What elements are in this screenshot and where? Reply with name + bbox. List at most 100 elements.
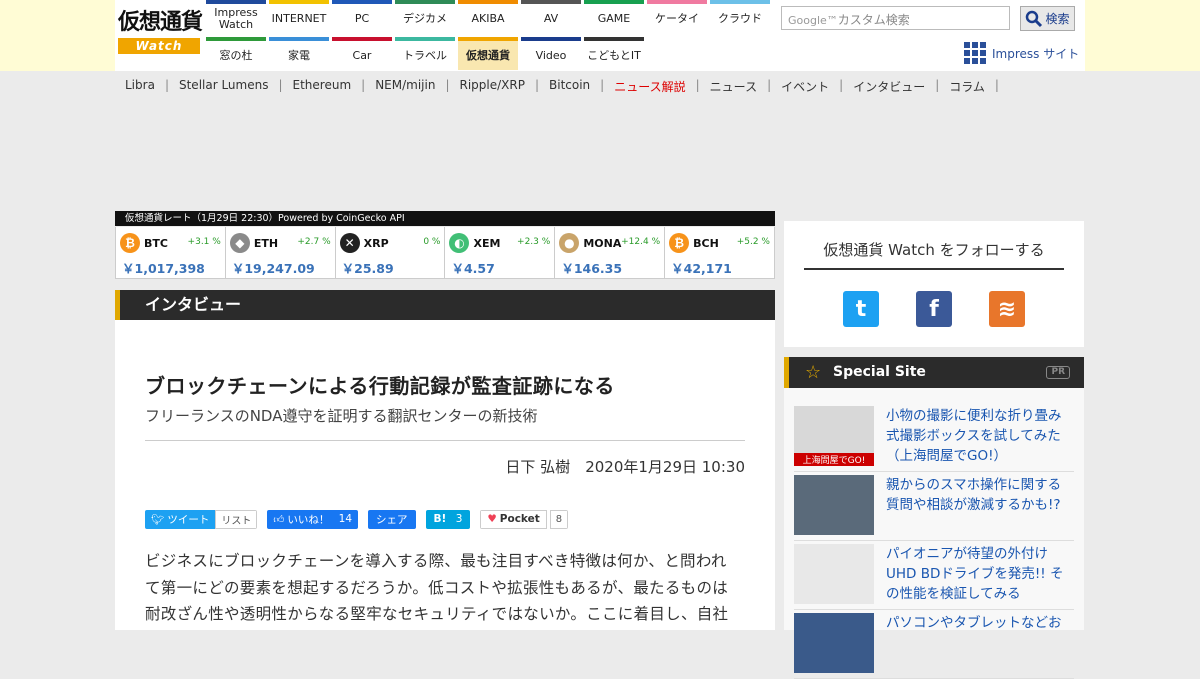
facebook-share-button[interactable]: シェア: [368, 509, 416, 529]
subnav-item[interactable]: インタビュー: [843, 78, 935, 94]
tweet-label: ツイート: [167, 513, 210, 526]
search-input[interactable]: Google™カスタム検索: [781, 6, 1010, 30]
body-line: て第一にどの要素を想起するだろうか。低コストや拡張性もあるが、最たるものは: [145, 578, 729, 597]
search-button-label: 検索: [1045, 12, 1070, 26]
rate-cell[interactable]: ◐ XEM +2.3 % ￥4.57: [445, 227, 556, 279]
bitcoin-cash-icon: ₿: [669, 233, 690, 253]
coin-change: +2.7 %: [297, 237, 331, 247]
nav-item[interactable]: 窓の杜: [206, 37, 266, 70]
subnav-item[interactable]: イベント: [771, 78, 839, 94]
nav-item[interactable]: AV: [521, 0, 581, 33]
coin-price: ￥146.35: [561, 261, 623, 276]
special-item[interactable]: 親からのスマホ操作に関する質問や相談が激減するかも!?: [794, 475, 1074, 541]
coin-change: +5.2 %: [736, 237, 770, 247]
coin-change: 0 %: [423, 237, 441, 247]
twitter-icon[interactable]: t: [843, 291, 879, 327]
special-title: Special Site: [833, 364, 926, 380]
rate-cell[interactable]: ✕ XRP 0 % ￥25.89: [335, 227, 446, 279]
special-item[interactable]: パソコンやタブレットなどお: [794, 613, 1074, 679]
body-line: ビジネスにブロックチェーンを導入する際、最も注目すべき特徴は何か、と問われ: [145, 552, 727, 570]
rates-table: ₿ BTC +3.1 % ￥1,017,398 ◆ ETH +2.7 % ￥19,247.09…: [115, 227, 775, 279]
special-text[interactable]: 親からのスマホ操作に関する質問や相談が激減するかも!?: [886, 475, 1074, 515]
special-thumbnail[interactable]: [794, 544, 874, 604]
subnav-item[interactable]: Ethereum: [283, 78, 362, 94]
subnav-item[interactable]: Libra: [115, 78, 165, 94]
impress-site-label: Impress サイト: [992, 46, 1080, 61]
subnav-item[interactable]: Bitcoin: [539, 78, 600, 94]
nav-item[interactable]: INTERNET: [269, 0, 329, 33]
subnav-item[interactable]: Ripple/XRP: [450, 78, 535, 94]
article-subtitle: フリーランスのNDA遵守を証明する翻訳センターの新技術: [145, 407, 538, 425]
list-button[interactable]: リスト: [215, 509, 258, 529]
nav-item[interactable]: クラウド: [710, 0, 770, 33]
rate-cell[interactable]: ● MONA +12.4 % ￥146.35: [555, 227, 666, 279]
ethereum-icon: ◆: [229, 233, 250, 253]
search-button[interactable]: 検索: [1020, 6, 1075, 31]
special-thumbnail[interactable]: 上海問屋でGO!: [794, 406, 874, 466]
divider: [145, 440, 745, 441]
search-placeholder: カスタム検索: [837, 13, 910, 27]
ripple-icon: ✕: [339, 233, 360, 253]
special-thumbnail[interactable]: [794, 475, 874, 535]
rate-cell[interactable]: ◆ ETH +2.7 % ￥19,247.09: [225, 227, 336, 279]
special-item[interactable]: パイオニアが待望の外付けUHD BDドライブを発売!! その性能を検証してみる: [794, 544, 1074, 610]
article-body: ビジネスにブロックチェーンを導入する際、最も注目すべき特徴は何か、と問われ て第一…: [145, 548, 745, 628]
nav-item[interactable]: ケータイ: [647, 0, 707, 33]
twitter-icon: 🐦︎: [151, 513, 165, 526]
nav-item[interactable]: PC: [332, 0, 392, 33]
pocket-button[interactable]: ♥ Pocket 8: [480, 509, 569, 529]
rss-icon[interactable]: ≋: [989, 291, 1025, 327]
subnav-item[interactable]: コラム: [939, 78, 995, 94]
article-meta: 日下 弘樹 2020年1月29日 10:30: [505, 456, 745, 477]
grid-icon: [964, 42, 986, 64]
tweet-button[interactable]: 🐦︎ ツイート リスト: [145, 509, 258, 529]
sub-nav: Libra | Stellar Lumens | Ethereum | NEM/mijin |…: [115, 78, 999, 94]
logo-sub: Watch: [118, 38, 200, 54]
search-icon: [1026, 10, 1043, 27]
special-text[interactable]: パソコンやタブレットなどお: [886, 613, 1062, 633]
nav-item[interactable]: 仮想通貨: [458, 37, 518, 70]
subnav-item[interactable]: ニュース解説: [604, 78, 695, 94]
nav-item[interactable]: トラベル: [395, 37, 455, 70]
coin-symbol: MONA: [583, 237, 622, 250]
nav-item[interactable]: デジカメ: [395, 0, 455, 33]
hatena-button[interactable]: B! 3: [425, 509, 471, 529]
bitcoin-icon: ₿: [120, 233, 140, 253]
rate-cell[interactable]: ₿ BTC +3.1 % ￥1,017,398: [115, 227, 226, 279]
nav-item[interactable]: AKIBA: [458, 0, 518, 33]
subnav-item[interactable]: NEM/mijin: [365, 78, 445, 94]
star-icon: ☆: [805, 362, 822, 383]
nav-item[interactable]: Car: [332, 37, 392, 70]
coin-price: ￥1,017,398: [122, 261, 205, 276]
like-button[interactable]: 👍︎ いいね！ 14: [267, 509, 359, 529]
subnav-item[interactable]: Stellar Lumens: [169, 78, 278, 94]
special-text[interactable]: 小物の撮影に便利な折り畳み式撮影ボックスを試してみた（上海問屋でGO!）: [886, 406, 1074, 466]
header-bg-right: [1085, 0, 1200, 71]
subnav-item[interactable]: ニュース: [700, 78, 767, 94]
nav-item[interactable]: Video: [521, 37, 581, 70]
author[interactable]: 日下 弘樹: [505, 458, 570, 476]
coin-price: ￥19,247.09: [231, 261, 315, 276]
nav-item[interactable]: Impress Watch: [206, 0, 266, 33]
follow-box: 仮想通貨 Watch をフォローする t f ≋: [784, 221, 1084, 347]
site-logo[interactable]: 仮想通貨 Watch: [118, 10, 203, 56]
rates-header: 仮想通貨レート（1月29日 22:30）Powered by CoinGecko…: [115, 211, 775, 226]
like-label: いいね！: [287, 513, 330, 526]
special-item[interactable]: 上海問屋でGO! 小物の撮影に便利な折り畳み式撮影ボックスを試してみた（上海問屋で…: [794, 406, 1074, 472]
monacoin-icon: ●: [559, 233, 580, 253]
special-text[interactable]: パイオニアが待望の外付けUHD BDドライブを発売!! その性能を検証してみる: [886, 544, 1074, 604]
nav-item[interactable]: 家電: [269, 37, 329, 70]
rate-cell[interactable]: ₿ BCH +5.2 % ￥42,171: [665, 227, 775, 279]
hatena-count: 3: [455, 513, 463, 525]
header-bg-left: [0, 0, 115, 71]
coin-price: ￥25.89: [341, 261, 394, 276]
site-nav: Impress Watch INTERNET PC デジカメ AKIBA AV GAME ケー…: [206, 0, 771, 70]
nav-item[interactable]: GAME: [584, 0, 644, 33]
pocket-icon: ♥: [487, 513, 497, 525]
nav-item[interactable]: こどもとIT: [584, 37, 644, 70]
impress-site-link[interactable]: Impress サイト: [964, 42, 1079, 64]
thumb-label: 上海問屋でGO!: [794, 453, 874, 466]
facebook-icon[interactable]: f: [916, 291, 952, 327]
top-header: 仮想通貨 Watch Impress Watch INTERNET PC デジカメ AK…: [0, 0, 1200, 71]
special-thumbnail[interactable]: [794, 613, 874, 673]
